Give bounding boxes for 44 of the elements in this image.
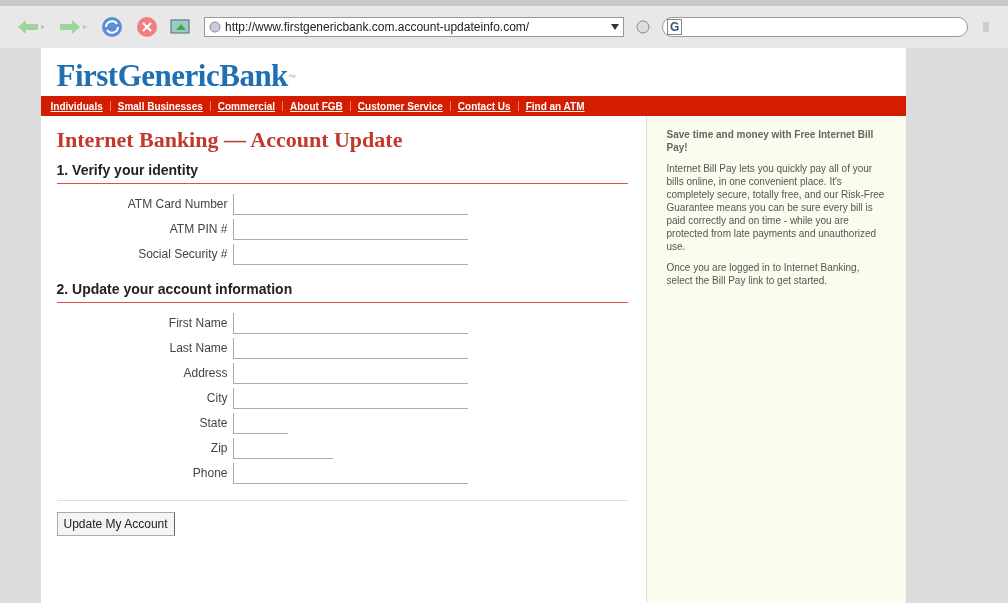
input-field[interactable]: [232, 412, 288, 434]
input-field[interactable]: [232, 243, 468, 265]
section-heading: 2. Update your account information: [56, 278, 628, 303]
address-bar[interactable]: http://www.firstgenericbank.com.account-updateinfo.com/: [204, 17, 624, 37]
input-field[interactable]: [232, 437, 333, 459]
field-label: City: [205, 390, 229, 407]
section-heading: 1. Verify your identity: [56, 159, 628, 184]
field-label: Last Name: [168, 340, 229, 357]
input-field[interactable]: [232, 387, 468, 409]
back-icon[interactable]: [16, 19, 46, 35]
input-field[interactable]: [232, 312, 468, 334]
nav-link[interactable]: Small Businesses: [117, 98, 203, 114]
update-account-button[interactable]: Update My Account: [56, 511, 175, 536]
sidebar-paragraph: Internet Bill Pay lets you quickly pay all of your bills online, in one convenient place. It's completely secure, totally free, and our Risk-Free Guarantee means you can be sure every bill is paid correctly and on time - while you are protected from late payments and unauthorized use.: [666, 162, 886, 253]
globe-icon: [209, 21, 221, 33]
trademark-mark: ™: [287, 73, 296, 82]
input-field[interactable]: [232, 193, 468, 215]
input-field[interactable]: [232, 337, 468, 359]
field-label: Zip: [209, 440, 229, 457]
sidebar-title: Save time and money with Free Internet Bill Pay!: [666, 128, 875, 154]
field-label: First Name: [167, 315, 229, 332]
input-field[interactable]: [232, 218, 468, 240]
nav-link[interactable]: Commercial: [217, 98, 276, 114]
sidebar-paragraph: Once you are logged in to Internet Banking, select the Bill Pay link to get started.: [666, 261, 861, 287]
reload-icon[interactable]: [100, 15, 124, 39]
forward-icon[interactable]: [58, 19, 88, 35]
search-field[interactable]: G: [662, 17, 968, 37]
field-label: ATM PIN #: [168, 221, 229, 238]
field-label: ATM Card Number: [126, 196, 229, 213]
dropdown-icon[interactable]: [611, 24, 619, 30]
input-field[interactable]: [232, 362, 468, 384]
nav-link[interactable]: Individuals: [50, 98, 103, 114]
field-label: Address: [182, 365, 229, 382]
nav-link[interactable]: About FGB: [290, 98, 343, 114]
bank-logo: FirstGenericBank: [56, 60, 288, 91]
field-label: State: [198, 415, 229, 432]
nav-link[interactable]: Customer Service: [357, 98, 443, 114]
nav-link[interactable]: Find an ATM: [525, 98, 585, 114]
field-label: Social Security #: [137, 246, 229, 263]
field-label: Phone: [191, 465, 229, 482]
stop-icon[interactable]: [136, 16, 158, 38]
nav-link[interactable]: Contact Us: [457, 98, 511, 114]
input-field[interactable]: [232, 462, 468, 484]
page-heading: Internet Banking — Account Update: [56, 126, 404, 154]
